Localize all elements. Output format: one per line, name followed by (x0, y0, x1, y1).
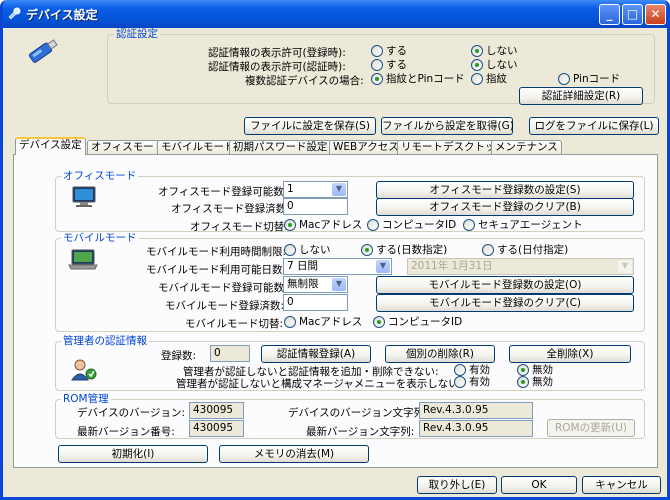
mobile-set-count-button[interactable]: モバイルモード登録数の設定(O) (376, 276, 634, 294)
laptop-icon (68, 249, 98, 270)
device-settings-window: デバイス設定 _ □ ✕ 認証設定 認証情報の表示許可(登録時): する しない… (0, 0, 670, 500)
title-bar[interactable]: デバイス設定 _ □ ✕ (3, 0, 667, 28)
mobile-mac-radio[interactable]: Macアドレス (284, 316, 362, 329)
auth-row2-no-radio[interactable]: しない (471, 59, 518, 72)
mobile-switch-label: モバイルモード切替: (185, 318, 284, 330)
close-button[interactable]: ✕ (645, 4, 666, 25)
chevron-down-icon: ▼ (376, 260, 390, 273)
rom-device-version-label: デバイスのバージョン: (77, 407, 186, 419)
tab-mobile-mode[interactable]: モバイルモード (157, 140, 239, 155)
mobile-limit-date-radio[interactable]: する(日付指定) (482, 244, 568, 257)
admin-user-icon (71, 359, 97, 381)
maximize-button[interactable]: □ (622, 4, 643, 25)
auth-row3-label: 複数認証デバイスの場合: (245, 75, 364, 87)
ok-button[interactable]: OK (501, 476, 577, 494)
mobile-limit-label: モバイルモード利用時間制限: (146, 246, 287, 258)
admin-delete-all-button[interactable]: 全削除(X) (509, 345, 631, 363)
rom-device-string-label: デバイスのバージョン文字列: (288, 407, 428, 419)
tab-maintenance[interactable]: メンテナンス (491, 140, 562, 155)
rom-latest-version-label: 最新バージョン番号: (77, 426, 175, 438)
window-title: デバイス設定 (26, 8, 98, 22)
rom-latest-string-field[interactable]: Rev.4.3.0.95 (419, 420, 533, 437)
auth-settings-legend: 認証設定 (114, 28, 160, 40)
auth-pin-radio[interactable]: Pinコード (558, 73, 620, 86)
office-done-label: オフィスモード登録済数: (171, 203, 290, 215)
key-icon (8, 7, 21, 20)
usb-device-icon (28, 39, 58, 63)
admin-row2-on-radio[interactable]: 有効 (454, 376, 490, 389)
admin-auth-legend: 管理者の認証情報 (61, 335, 149, 347)
admin-delete-button[interactable]: 個別の削除(R) (385, 345, 495, 363)
mobile-limit-days-radio[interactable]: する(日数指定) (361, 244, 447, 257)
mobile-limit-none-radio[interactable]: しない (284, 244, 331, 257)
save-to-file-button[interactable]: ファイルに設定を保存(S) (244, 117, 376, 135)
mobile-count-label: モバイルモード登録可能数: (158, 282, 288, 294)
chevron-down-icon: ▼ (332, 278, 346, 291)
load-from-file-button[interactable]: ファイルから設定を取得(G) (381, 117, 514, 135)
rom-device-version-field[interactable]: 430095 (189, 402, 244, 419)
rom-latest-version-field[interactable]: 430095 (189, 420, 244, 437)
auth-row2-yes-radio[interactable]: する (371, 59, 407, 72)
admin-row2-label: 管理者が認証しないと構成マネージャメニューを表示しない: (176, 378, 463, 390)
detach-button[interactable]: 取り外し(E) (417, 476, 497, 494)
admin-row2-off-radio[interactable]: 無効 (517, 376, 553, 389)
rom-legend: ROM管理 (61, 393, 111, 405)
auth-row1-yes-radio[interactable]: する (371, 45, 407, 58)
mobile-count-select[interactable]: 無制限 ▼ (283, 276, 348, 293)
office-mode-legend: オフィスモード (61, 170, 139, 182)
auth-row1-label: 認証情報の表示許可(登録時): (208, 47, 346, 59)
office-done-field[interactable]: 0 (283, 198, 348, 215)
auth-detail-button[interactable]: 認証詳細設定(R) (519, 87, 643, 105)
rom-device-string-field[interactable]: Rev.4.3.0.95 (419, 402, 533, 419)
mobile-computer-id-radio[interactable]: コンピュータID (373, 316, 462, 329)
office-clear-button[interactable]: オフィスモード登録のクリア(B) (376, 198, 634, 216)
cancel-button[interactable]: キャンセル (582, 476, 661, 494)
mobile-done-label: モバイルモード登録済数: (165, 300, 285, 312)
admin-register-button[interactable]: 認証情報登録(A) (261, 345, 371, 363)
tab-web-access[interactable]: WEBアクセス (329, 140, 403, 155)
auth-fingerprint-radio[interactable]: 指紋 (471, 73, 507, 86)
office-count-label: オフィスモード登録可能数: (158, 186, 288, 198)
rom-latest-string-label: 最新バージョン文字列: (306, 426, 415, 438)
auth-fingerprint-pin-radio[interactable]: 指紋とPinコード (371, 73, 465, 86)
tab-initial-password[interactable]: 初期パスワード設定 (229, 140, 332, 155)
office-pc-icon (72, 186, 96, 207)
mobile-days-select[interactable]: 7 日間 ▼ (283, 258, 392, 275)
office-computer-id-radio[interactable]: コンピュータID (367, 219, 456, 232)
save-log-button[interactable]: ログをファイルに保存(L) (529, 117, 659, 135)
auth-row1-no-radio[interactable]: しない (471, 45, 518, 58)
mobile-clear-button[interactable]: モバイルモード登録のクリア(C) (376, 294, 634, 312)
office-count-select[interactable]: 1 ▼ (283, 181, 348, 198)
chevron-down-icon: ▼ (618, 260, 632, 273)
auth-row2-label: 認証情報の表示許可(認証時): (208, 61, 346, 73)
admin-count-label: 登録数: (161, 350, 197, 362)
mobile-days-label: モバイルモード利用可能日数: (146, 264, 287, 276)
office-set-count-button[interactable]: オフィスモード登録数の設定(S) (376, 181, 634, 199)
office-mac-radio[interactable]: Macアドレス (284, 219, 362, 232)
mobile-mode-legend: モバイルモード (61, 232, 139, 244)
mobile-done-field[interactable]: 0 (283, 294, 348, 311)
minimize-button[interactable]: _ (599, 4, 620, 25)
erase-memory-button[interactable]: メモリの消去(M) (219, 445, 369, 463)
initialize-button[interactable]: 初期化(I) (58, 445, 208, 463)
rom-update-button[interactable]: ROMの更新(U) (547, 419, 635, 437)
mobile-date-select[interactable]: 2011年 1月31日 ▼ (407, 258, 634, 275)
office-secure-agent-radio[interactable]: セキュアエージェント (463, 219, 583, 232)
office-switch-label: オフィスモード切替: (190, 221, 288, 233)
admin-count-field[interactable]: 0 (210, 345, 250, 362)
tab-device-settings[interactable]: デバイス設定 (15, 137, 86, 155)
chevron-down-icon: ▼ (332, 183, 346, 196)
